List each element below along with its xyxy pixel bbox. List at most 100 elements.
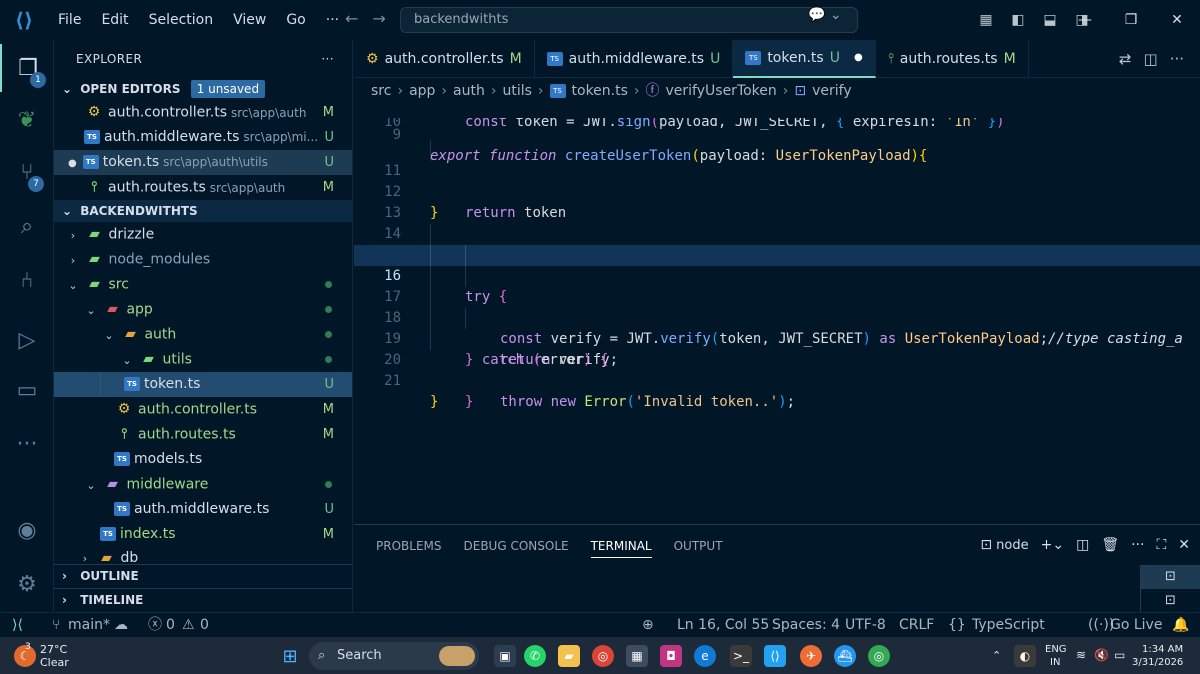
chevron-up-icon[interactable]: ⌃ [992, 637, 1001, 674]
close-panel-icon[interactable]: ✕ [1178, 537, 1190, 553]
taskbar-search[interactable]: ⌕ Search [309, 642, 479, 670]
edge-icon[interactable]: e [694, 645, 716, 667]
clock-date[interactable]: 3/31/2026 [1132, 644, 1183, 674]
tree-folder-drizzle[interactable]: › ▰ drizzle [54, 222, 352, 247]
outline-section[interactable]: › OUTLINE [54, 564, 352, 586]
tray-app-icon[interactable]: ◐ [1014, 645, 1036, 667]
maximize-panel-icon[interactable]: ⛶ [1156, 537, 1166, 553]
tab-token[interactable]: TS token.ts U ● [733, 39, 876, 78]
zoom-icon[interactable]: ⊕ [642, 613, 654, 638]
split-terminal-icon[interactable]: ◫ [1076, 537, 1089, 553]
menu-go[interactable]: Go [276, 0, 315, 40]
trash-icon[interactable]: 🗑 [1101, 537, 1119, 553]
tree-file-auth-routes[interactable]: ⫯ auth.routes.ts M [54, 422, 352, 447]
terminal-tab-icon[interactable]: ⊡ [1141, 565, 1200, 589]
branch-name[interactable]: main* [68, 613, 110, 638]
new-terminal-plus-icon[interactable]: +⌄ [1041, 537, 1064, 553]
branch-graph-icon[interactable]: ⑃ [0, 256, 54, 304]
open-editors-section[interactable]: ⌄ OPEN EDITORS 1 unsaved [54, 78, 352, 100]
customize-layout-icon[interactable]: ▦ [975, 12, 997, 28]
indentation[interactable]: Spaces: 4 [772, 613, 840, 638]
settings-gear-icon[interactable]: ⚙ [0, 560, 54, 608]
chrome-profile-icon[interactable]: ◎ [868, 645, 890, 667]
task-view-icon[interactable]: ▣ [494, 645, 516, 667]
tab-debug-console[interactable]: DEBUG CONSOLE [464, 539, 569, 558]
split-editor-icon[interactable]: ◫ [1144, 50, 1158, 68]
explorer-icon[interactable]: ❐ 1 [0, 44, 54, 92]
command-center-search[interactable]: backendwithts [400, 7, 858, 33]
breadcrumb-item[interactable]: auth [453, 80, 485, 102]
close-window-icon[interactable]: ✕ [1154, 0, 1200, 40]
whatsapp-icon[interactable]: ✆ [524, 645, 546, 667]
minimize-icon[interactable]: — [1062, 0, 1108, 40]
tree-folder-node-modules[interactable]: › ▰ node_modules [54, 247, 352, 272]
mongodb-leaf-icon[interactable]: ❦ [0, 96, 54, 144]
unsaved-dot-icon[interactable]: ● [68, 158, 77, 169]
remote-indicator-icon[interactable]: ⟩⟨ [12, 613, 23, 638]
workspace-section[interactable]: ⌄ BACKENDWITHTS [54, 200, 352, 222]
menu-selection[interactable]: Selection [139, 0, 224, 40]
docker-icon[interactable]: ⛴ [834, 645, 856, 667]
tree-file-token[interactable]: TS token.ts U [54, 372, 352, 397]
code-editor[interactable]: 9 export function createUserToken(payloa… [354, 104, 1200, 522]
menu-edit[interactable]: Edit [91, 0, 138, 40]
restore-icon[interactable]: ❐ [1108, 0, 1154, 40]
tree-file-index[interactable]: TS index.ts M [54, 522, 352, 547]
open-editor-item[interactable]: ⚙ auth.controller.ts src\app\auth M [54, 100, 352, 125]
tree-folder-middleware[interactable]: ⌄ ▰ middleware [54, 472, 352, 497]
terminal-name[interactable]: node [996, 538, 1028, 553]
tab-output[interactable]: OUTPUT [674, 539, 723, 558]
copilot-chat-icon[interactable]: 💬 ⌄ [808, 7, 842, 23]
toggle-panel-icon[interactable]: ⬓ [1039, 12, 1061, 28]
back-arrow-icon[interactable]: ← [345, 9, 358, 28]
language-mode[interactable]: TypeScript [972, 613, 1045, 638]
tree-folder-utils[interactable]: ⌄ ▰ utils [54, 347, 352, 372]
warning-count[interactable]: 0 [200, 613, 209, 638]
more-actions-icon[interactable]: ··· [1131, 537, 1144, 553]
tree-file-models[interactable]: TS models.ts [54, 447, 352, 472]
input-region[interactable]: IN [1050, 644, 1060, 674]
open-editor-item[interactable]: TS auth.middleware.ts src\app\mi... U [54, 125, 352, 150]
breadcrumb-item[interactable]: app [409, 80, 435, 102]
run-debug-icon[interactable]: ▷ [0, 316, 54, 364]
vscode-app-icon[interactable]: ⟨⟩ [764, 645, 786, 667]
remote-explorer-icon[interactable]: ▭ [0, 366, 54, 414]
menu-file[interactable]: File [48, 0, 91, 40]
line-ending[interactable]: CRLF [899, 613, 934, 638]
tree-folder-app[interactable]: ⌄ ▰ app [54, 297, 352, 322]
chrome-icon[interactable]: ◎ [592, 645, 614, 667]
terminal-tab-icon[interactable]: ⊡ [1141, 589, 1200, 613]
search-icon[interactable]: ⌕ [0, 202, 54, 250]
forward-arrow-icon[interactable]: → [372, 9, 385, 28]
menu-view[interactable]: View [223, 0, 276, 40]
breadcrumb-item[interactable]: utils [502, 80, 531, 102]
tab-terminal[interactable]: TERMINAL [590, 539, 652, 558]
breadcrumb-item[interactable]: verifyUserToken [666, 80, 777, 102]
encoding[interactable]: UTF-8 [845, 613, 886, 638]
tab-problems[interactable]: PROBLEMS [376, 539, 442, 558]
tab-auth-routes[interactable]: ⫯ auth.routes.ts M [876, 40, 1029, 78]
wifi-icon[interactable]: ≋ [1076, 637, 1086, 674]
breadcrumb-item[interactable]: src [371, 80, 391, 102]
tab-auth-controller[interactable]: ⚙ auth.controller.ts M [354, 40, 535, 78]
more-actions-icon[interactable]: ··· [1170, 50, 1184, 68]
battery-icon[interactable]: ▭ [1114, 637, 1125, 674]
compare-changes-icon[interactable]: ⇄ [1119, 50, 1132, 68]
file-explorer-icon[interactable]: ▰ [558, 645, 580, 667]
more-views-icon[interactable]: ··· [0, 420, 54, 468]
explorer-more-icon[interactable]: ··· [321, 40, 334, 78]
postman-icon[interactable]: ✈ [800, 645, 822, 667]
toggle-sidebar-icon[interactable]: ◧ [1007, 12, 1029, 28]
breadcrumb-item[interactable]: token.ts [572, 80, 628, 102]
tree-folder-src[interactable]: ⌄ ▰ src [54, 272, 352, 297]
tree-file-auth-controller[interactable]: ⚙ auth.controller.ts M [54, 397, 352, 422]
source-control-icon[interactable]: ⑂ 7 [0, 148, 54, 196]
timeline-section[interactable]: › TIMELINE [54, 588, 352, 610]
store-icon[interactable]: ▦ [626, 645, 648, 667]
tree-file-auth-middleware[interactable]: TS auth.middleware.ts U [54, 497, 352, 522]
open-editor-item[interactable]: ● TS token.ts src\app\auth\utils U [54, 150, 352, 175]
unsaved-dot-icon[interactable]: ● [854, 39, 863, 77]
volume-muted-icon[interactable]: 🔇 [1094, 637, 1109, 674]
open-editor-item[interactable]: ⫯ auth.routes.ts src\app\auth M [54, 175, 352, 200]
error-count[interactable]: 0 [166, 613, 175, 638]
